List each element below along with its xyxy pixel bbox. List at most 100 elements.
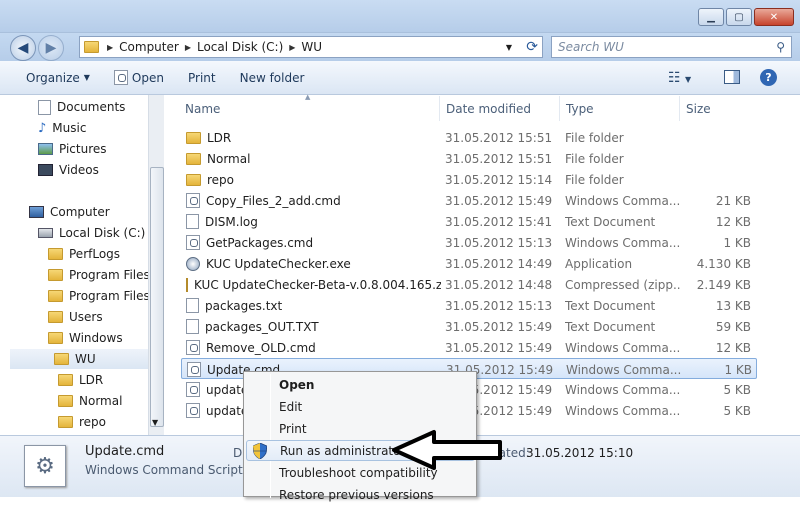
file-row[interactable]: DISM.log 31.05.2012 15:41 Text Document 12 … — [181, 211, 757, 232]
details-file-name: Update.cmd — [85, 444, 165, 459]
maximize-button[interactable]: ▢ — [726, 8, 752, 26]
scrollbar-thumb[interactable] — [150, 167, 164, 427]
breadcrumb-folder[interactable]: WU — [301, 40, 322, 54]
print-button[interactable]: Print — [176, 71, 228, 85]
nav-label: Users — [69, 310, 103, 324]
column-header-type[interactable]: Type — [560, 96, 680, 121]
help-icon[interactable]: ? — [760, 69, 777, 86]
file-row[interactable]: packages.txt 31.05.2012 15:13 Text Documen… — [181, 295, 757, 316]
close-button[interactable]: ✕ — [754, 8, 794, 26]
folder-icon — [54, 353, 69, 365]
file-name: packages_OUT.TXT — [205, 319, 319, 334]
file-row[interactable]: GetPackages.cmd 31.05.2012 15:13 Windows C… — [181, 232, 757, 253]
file-row[interactable]: Normal 31.05.2012 15:51 File folder — [181, 148, 757, 169]
file-name-cell: KUC UpdateChecker.exe — [186, 253, 441, 274]
nav-item-local-disk[interactable]: Local Disk (C:) — [38, 223, 145, 243]
nav-item-wu[interactable]: WU — [10, 349, 148, 369]
nav-item-repo[interactable]: repo — [58, 412, 106, 432]
folder-icon — [48, 311, 63, 323]
uac-shield-icon — [253, 443, 267, 459]
file-name-cell: KUC UpdateChecker-Beta-v.0.8.004.165.zip — [186, 274, 441, 295]
scroll-down-icon[interactable]: ▼ — [152, 418, 158, 427]
back-button[interactable]: ◀ — [10, 35, 36, 61]
maximize-icon: ▢ — [734, 11, 744, 23]
folder-icon — [58, 416, 73, 428]
nav-item-users[interactable]: Users — [48, 307, 103, 327]
file-size: 12 KB — [715, 214, 751, 229]
refresh-icon[interactable]: ⟳ — [526, 39, 538, 55]
file-row[interactable]: Copy_Files_2_add.cmd 31.05.2012 15:49 Wind… — [181, 190, 757, 211]
organize-button[interactable]: Organize ▼ — [0, 71, 102, 85]
breadcrumb-computer[interactable]: Computer — [119, 40, 179, 54]
file-date: 31.05.2012 14:49 — [445, 256, 553, 271]
file-date: 31.05.2012 15:41 — [445, 214, 553, 229]
nav-item-program-files-x86[interactable]: Program Files ( — [48, 286, 158, 306]
file-size: 5 KB — [723, 403, 751, 418]
script-file-icon: ⚙ — [24, 445, 66, 487]
menu-item-open[interactable]: Open — [246, 374, 475, 395]
file-date: 31.05.2012 15:51 — [445, 130, 553, 145]
open-button[interactable]: Open — [102, 70, 176, 85]
pointer-arrow-annotation — [392, 430, 502, 470]
file-size: 5 KB — [723, 382, 751, 397]
file-row[interactable]: KUC UpdateChecker.exe 31.05.2012 14:49 App… — [181, 253, 757, 274]
file-type: Windows Comma... — [565, 382, 681, 397]
file-name-cell: packages_OUT.TXT — [186, 316, 441, 337]
nav-item-ldr[interactable]: LDR — [58, 370, 103, 390]
menu-item-edit[interactable]: Edit — [246, 396, 475, 417]
text-file-icon — [186, 298, 199, 313]
column-header-name[interactable]: Name ▲ — [179, 93, 440, 121]
nav-item-music[interactable]: ♪ Music — [38, 118, 86, 138]
file-type: File folder — [565, 172, 624, 187]
nav-item-windows[interactable]: Windows — [48, 328, 123, 348]
file-name: DISM.log — [205, 214, 258, 229]
breadcrumb-chevron-icon: ▶ — [107, 42, 114, 52]
file-name: Normal — [207, 151, 251, 166]
nav-label: Music — [52, 121, 87, 135]
file-type: File folder — [565, 130, 624, 145]
nav-label: WU — [75, 352, 96, 366]
column-header-date[interactable]: Date modified — [440, 96, 560, 121]
forward-arrow-icon: ▶ — [45, 40, 57, 56]
nav-item-pictures[interactable]: Pictures — [38, 139, 107, 159]
column-label: Type — [566, 101, 594, 116]
nav-item-videos[interactable]: Videos — [38, 160, 99, 180]
minimize-button[interactable]: ▁ — [698, 8, 724, 26]
search-icon[interactable]: ⚲ — [776, 40, 785, 54]
file-name-cell: Copy_Files_2_add.cmd — [186, 190, 441, 211]
folder-icon — [186, 173, 201, 186]
forward-button[interactable]: ▶ — [38, 35, 64, 61]
nav-item-perflogs[interactable]: PerfLogs — [48, 244, 120, 264]
preview-pane-icon[interactable] — [724, 70, 740, 84]
menu-item-restore-previous-versions[interactable]: Restore previous versions — [246, 484, 475, 505]
text-file-icon — [186, 319, 199, 334]
breadcrumb-chevron-icon: ▶ — [184, 42, 191, 52]
search-input[interactable]: Search WU ⚲ — [551, 36, 792, 58]
nav-item-computer[interactable]: Computer — [29, 202, 110, 222]
file-size: 2.149 KB — [696, 277, 751, 292]
file-row[interactable]: repo 31.05.2012 15:14 File folder — [181, 169, 757, 190]
file-row[interactable]: LDR 31.05.2012 15:51 File folder — [181, 127, 757, 148]
view-options-icon[interactable]: ☷ ▼ — [668, 70, 691, 86]
nav-item-program-files[interactable]: Program Files — [48, 265, 150, 285]
address-bar[interactable]: ▶ Computer ▶ Local Disk (C:) ▶ WU ▼ ⟳ — [79, 36, 543, 58]
column-header-size[interactable]: Size — [680, 96, 760, 121]
file-row[interactable]: KUC UpdateChecker-Beta-v.0.8.004.165.zip… — [181, 274, 757, 295]
folder-icon — [48, 290, 63, 302]
folder-icon — [48, 248, 63, 260]
nav-item-documents[interactable]: Documents — [38, 97, 125, 117]
file-type: Text Document — [565, 298, 656, 313]
breadcrumb-drive[interactable]: Local Disk (C:) — [197, 40, 283, 54]
file-date: 31.05.2012 15:13 — [445, 235, 553, 250]
file-size: 4.130 KB — [696, 256, 751, 271]
file-name: KUC UpdateChecker.exe — [206, 256, 351, 271]
nav-item-normal[interactable]: Normal — [58, 391, 122, 411]
new-folder-button[interactable]: New folder — [228, 71, 317, 85]
menu-label: Open — [279, 377, 315, 392]
file-row[interactable]: packages_OUT.TXT 31.05.2012 15:49 Text Doc… — [181, 316, 757, 337]
nav-scrollbar[interactable]: ▼ — [148, 95, 164, 435]
address-dropdown-icon[interactable]: ▼ — [506, 43, 512, 52]
file-row[interactable]: Remove_OLD.cmd 31.05.2012 15:49 Windows Co… — [181, 337, 757, 358]
computer-icon — [29, 206, 44, 218]
column-label: Size — [686, 101, 711, 116]
